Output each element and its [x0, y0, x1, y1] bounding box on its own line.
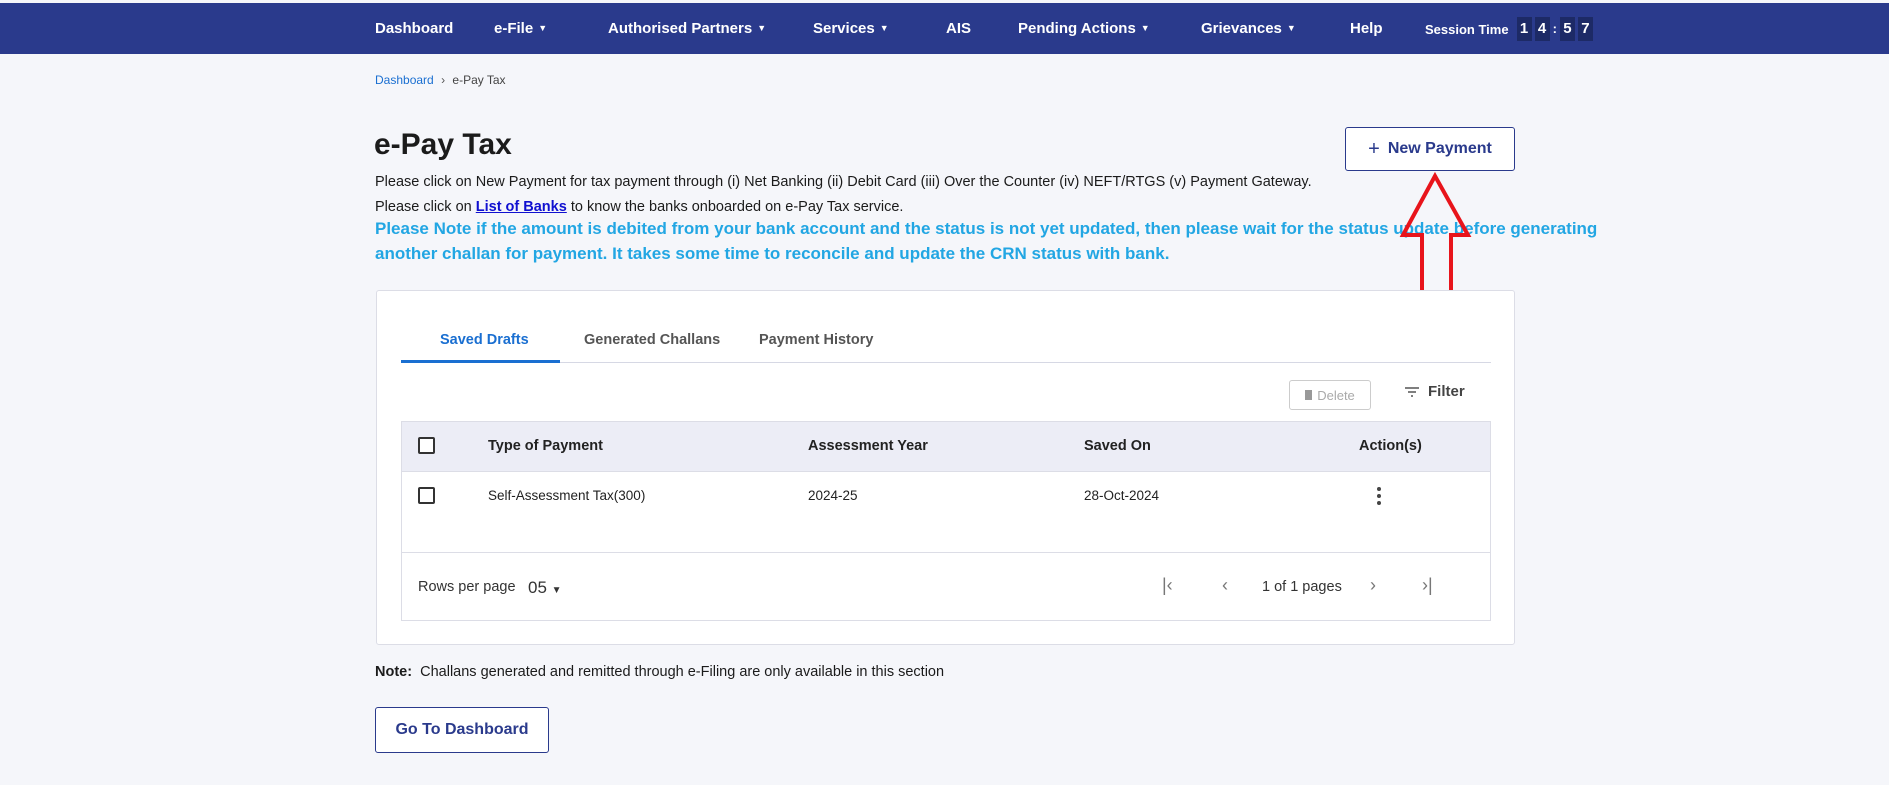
previous-page-icon[interactable]: ‹ — [1222, 575, 1228, 596]
breadcrumb-dashboard-link[interactable]: Dashboard — [375, 73, 434, 87]
status-note-line2: another challan for payment. It takes so… — [375, 244, 1170, 263]
cell-assessment-year: 2024-25 — [808, 488, 858, 503]
note-label: Note: — [375, 664, 413, 680]
nav-label: Services — [813, 20, 875, 37]
column-header: Assessment Year — [808, 438, 928, 454]
new-payment-button[interactable]: + New Payment — [1345, 127, 1515, 171]
payment-methods-text: Please click on New Payment for tax paym… — [375, 174, 1312, 190]
delete-button[interactable]: Delete — [1289, 380, 1371, 410]
top-navigation: Dashboard e-File ▼ Authorised Partners ▼ S… — [0, 3, 1889, 54]
last-page-icon[interactable]: ›| — [1422, 575, 1433, 596]
column-header: Action(s) — [1359, 438, 1422, 454]
rows-per-page-value: 05 — [528, 578, 547, 597]
cell-type-of-payment: Self-Assessment Tax(300) — [488, 488, 646, 503]
chevron-down-icon: ▼ — [1286, 23, 1296, 33]
nav-dashboard[interactable]: Dashboard — [375, 20, 453, 37]
nav-label: Grievances — [1201, 20, 1282, 37]
column-header: Type of Payment — [488, 438, 603, 454]
breadcrumb: Dashboard › e-Pay Tax — [375, 73, 506, 87]
nav-label: Pending Actions — [1018, 20, 1136, 37]
filter-button[interactable]: Filter — [1404, 383, 1465, 400]
trash-icon — [1305, 390, 1313, 400]
caret-down-icon: ▼ — [551, 585, 562, 596]
first-page-icon[interactable]: |‹ — [1162, 575, 1173, 596]
nav-label: AIS — [946, 20, 972, 37]
session-digit: 7 — [1577, 17, 1593, 41]
note-text: Challans generated and remitted through … — [420, 664, 945, 680]
plus-icon: + — [1368, 137, 1380, 160]
go-to-dashboard-button[interactable]: Go To Dashboard — [375, 707, 549, 753]
chevron-down-icon: ▼ — [1140, 23, 1150, 33]
nav-label: e-File — [494, 20, 534, 37]
row-checkbox[interactable] — [418, 487, 435, 504]
tab-divider — [401, 362, 1491, 363]
table-header: Type of Payment Assessment Year Saved On… — [402, 422, 1490, 472]
chevron-down-icon: ▼ — [879, 23, 889, 33]
tab-generated-challans[interactable]: Generated Challans — [584, 332, 720, 348]
nav-label: Dashboard — [375, 20, 454, 37]
session-digit: 5 — [1559, 17, 1575, 41]
select-all-checkbox[interactable] — [418, 437, 435, 454]
footer-note: Note: Challans generated and remitted th… — [375, 664, 944, 680]
page-indicator: 1 of 1 pages — [1262, 579, 1342, 595]
text: Please click on — [375, 199, 476, 215]
more-vertical-icon[interactable] — [1376, 486, 1382, 506]
nav-help[interactable]: Help — [1350, 20, 1383, 37]
new-payment-label: New Payment — [1387, 140, 1492, 157]
chevron-down-icon: ▼ — [538, 23, 548, 33]
delete-label: Delete — [1317, 387, 1355, 403]
session-timer: Session Time 14:57 — [1425, 17, 1596, 41]
next-page-icon[interactable]: › — [1370, 575, 1376, 596]
filter-label: Filter — [1428, 383, 1465, 400]
rows-per-page-label: Rows per page — [418, 579, 516, 595]
nav-label: Help — [1350, 20, 1383, 37]
session-label: Session Time — [1425, 21, 1509, 37]
red-arrow-annotation-icon — [1399, 171, 1472, 295]
active-tab-indicator — [401, 360, 560, 363]
text: to know the banks onboarded on e-Pay Tax… — [566, 199, 904, 215]
session-separator: : — [1552, 21, 1557, 36]
nav-grievances[interactable]: Grievances ▼ — [1201, 20, 1296, 37]
chevron-down-icon: ▼ — [757, 23, 767, 33]
rows-per-page-select[interactable]: 05 ▼ — [528, 578, 562, 598]
page-title: e-Pay Tax — [374, 128, 512, 161]
nav-ais[interactable]: AIS — [946, 20, 971, 37]
tab-payment-history[interactable]: Payment History — [759, 332, 873, 348]
breadcrumb-separator: › — [441, 73, 446, 87]
session-digit: 4 — [1534, 17, 1550, 41]
session-digit: 1 — [1516, 17, 1532, 41]
cell-saved-on: 28-Oct-2024 — [1084, 488, 1160, 503]
list-of-banks-text: Please click on List of Banks to know th… — [375, 199, 903, 215]
nav-authorised-partners[interactable]: Authorised Partners ▼ — [608, 20, 766, 37]
nav-efile[interactable]: e-File ▼ — [494, 20, 547, 37]
column-header: Saved On — [1084, 438, 1151, 454]
nav-label: Authorised Partners — [608, 20, 753, 37]
tab-saved-drafts[interactable]: Saved Drafts — [440, 332, 529, 348]
nav-services[interactable]: Services ▼ — [813, 20, 889, 37]
nav-pending-actions[interactable]: Pending Actions ▼ — [1018, 20, 1150, 37]
table-pagination: Rows per page 05 ▼ |‹ ‹ 1 of 1 pages › ›… — [402, 552, 1490, 620]
breadcrumb-current: e-Pay Tax — [452, 73, 506, 87]
drafts-table: Type of Payment Assessment Year Saved On… — [401, 421, 1491, 621]
list-of-banks-link[interactable]: List of Banks — [476, 199, 567, 215]
filter-icon — [1405, 386, 1419, 397]
